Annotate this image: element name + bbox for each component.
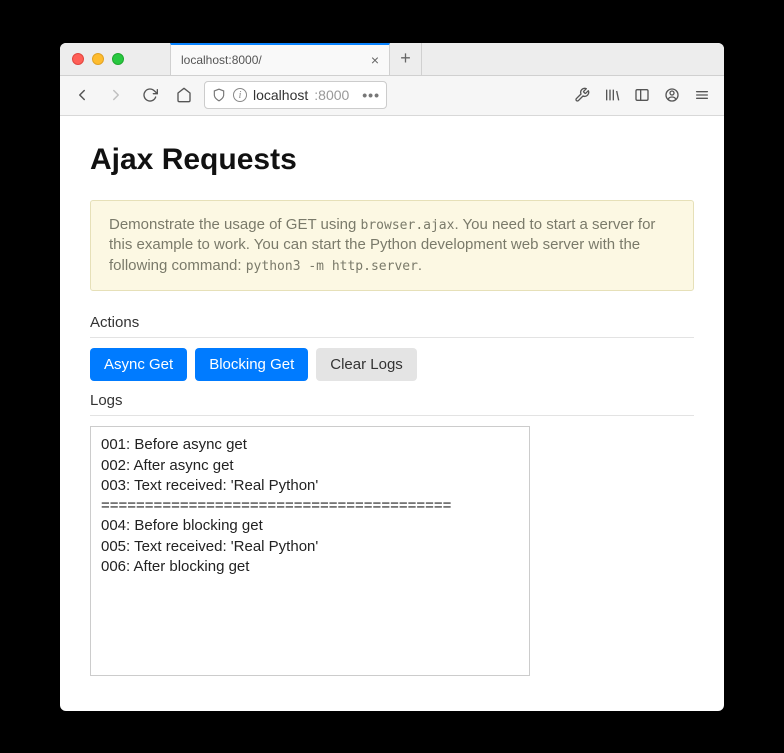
callout-code-1: browser.ajax <box>361 218 455 233</box>
shield-icon <box>211 87 227 103</box>
url-port: :8000 <box>314 87 349 103</box>
library-icon[interactable] <box>598 81 626 109</box>
logs-label: Logs <box>90 391 694 411</box>
divider <box>90 337 694 338</box>
info-callout: Demonstrate the usage of GET using brows… <box>90 200 694 291</box>
forward-button[interactable] <box>102 81 130 109</box>
home-button[interactable] <box>170 81 198 109</box>
button-row: Async Get Blocking Get Clear Logs <box>90 348 694 381</box>
new-tab-button[interactable]: + <box>390 43 422 75</box>
clear-logs-button[interactable]: Clear Logs <box>316 348 417 381</box>
reload-button[interactable] <box>136 81 164 109</box>
page-actions-icon[interactable]: ••• <box>362 87 380 103</box>
callout-text-3: . <box>418 257 422 274</box>
tab-title: localhost:8000/ <box>181 53 363 67</box>
browser-tab[interactable]: localhost:8000/ × <box>170 43 390 75</box>
divider <box>90 415 694 416</box>
page-title: Ajax Requests <box>90 140 694 181</box>
minimize-window-button[interactable] <box>92 53 104 65</box>
async-get-button[interactable]: Async Get <box>90 348 187 381</box>
toolbar-right <box>568 81 716 109</box>
browser-window: localhost:8000/ × + i localhost :8000 ••• <box>60 43 724 711</box>
actions-label: Actions <box>90 313 694 333</box>
url-bar[interactable]: i localhost :8000 ••• <box>204 81 387 109</box>
toolbar: i localhost :8000 ••• <box>60 76 724 116</box>
menu-icon[interactable] <box>688 81 716 109</box>
close-window-button[interactable] <box>72 53 84 65</box>
url-host: localhost <box>253 87 308 103</box>
devtools-icon[interactable] <box>568 81 596 109</box>
titlebar: localhost:8000/ × + <box>60 43 724 76</box>
callout-text-1: Demonstrate the usage of GET using <box>109 216 361 233</box>
sidebar-icon[interactable] <box>628 81 656 109</box>
page-content: Ajax Requests Demonstrate the usage of G… <box>60 116 724 711</box>
logs-textarea[interactable]: 001: Before async get 002: After async g… <box>90 426 530 676</box>
traffic-lights <box>60 43 170 75</box>
callout-code-2: python3 -m http.server <box>246 259 418 274</box>
close-tab-icon[interactable]: × <box>371 52 379 68</box>
back-button[interactable] <box>68 81 96 109</box>
account-icon[interactable] <box>658 81 686 109</box>
blocking-get-button[interactable]: Blocking Get <box>195 348 308 381</box>
info-icon[interactable]: i <box>233 88 247 102</box>
maximize-window-button[interactable] <box>112 53 124 65</box>
